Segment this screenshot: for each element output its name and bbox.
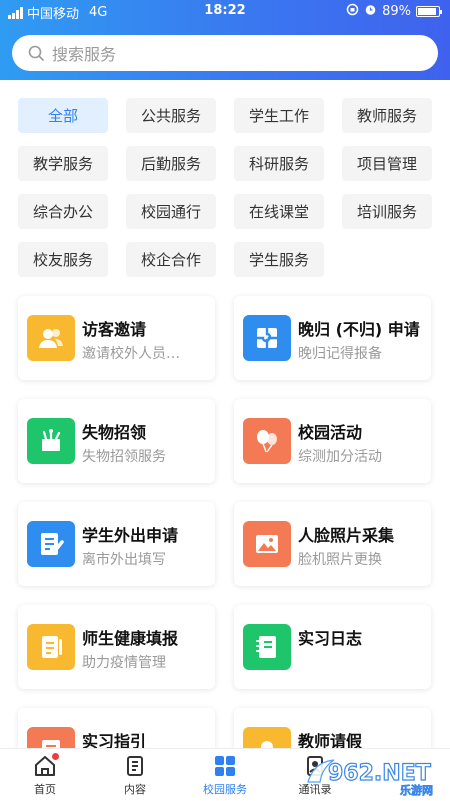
category-chip[interactable]: 在线课堂 [234, 194, 324, 229]
status-bar: 中国移动 4G 18:22 89% [0, 0, 450, 22]
rotation-lock-icon [346, 3, 359, 20]
service-card[interactable]: 学生外出申请 离市外出填写 [18, 502, 215, 586]
tab-label: 内容 [124, 783, 146, 796]
search-placeholder: 搜索服务 [52, 45, 117, 64]
category-chip[interactable]: 培训服务 [342, 194, 432, 229]
service-title: 失物招领 [82, 423, 147, 442]
notebook-icon [243, 624, 291, 670]
service-title: 学生外出申请 [82, 526, 179, 545]
service-card[interactable]: 人脸照片采集 脸机照片更换 [234, 502, 431, 586]
tab-document[interactable]: 内容 [90, 749, 180, 801]
grid-icon [214, 755, 236, 777]
category-chip[interactable]: 校园通行 [126, 194, 216, 229]
category-chip[interactable]: 公共服务 [126, 98, 216, 133]
category-chip[interactable]: 学生服务 [234, 242, 324, 277]
category-chip[interactable]: 全部 [18, 98, 108, 133]
service-title: 师生健康填报 [82, 629, 179, 648]
category-chip[interactable]: 学生工作 [234, 98, 324, 133]
user-group-icon [27, 315, 75, 361]
category-chip[interactable]: 科研服务 [234, 146, 324, 181]
watermark-text: 962.NET [328, 761, 431, 786]
search-input[interactable]: 搜索服务 [12, 35, 438, 71]
tab-label: 首页 [34, 783, 56, 796]
service-card[interactable]: 师生健康填报 助力疫情管理 [18, 605, 215, 689]
service-card[interactable]: 校园活动综测加分活动 [234, 399, 431, 483]
service-subtitle: 晚归记得报备 [298, 346, 382, 362]
balloon-icon [243, 418, 291, 464]
health-form-icon [27, 624, 75, 670]
tab-label: 校园服务 [203, 783, 247, 796]
service-subtitle: 综测加分活动 [298, 449, 382, 465]
category-chip[interactable]: 后勤服务 [126, 146, 216, 181]
category-chip[interactable]: 教师服务 [342, 98, 432, 133]
watermark-subtext: 乐游网 [400, 783, 433, 796]
category-chip[interactable]: 综合办公 [18, 194, 108, 229]
image-icon [243, 521, 291, 567]
service-card[interactable]: 失物招领失物招领服务 [18, 399, 215, 483]
category-chip[interactable]: 教学服务 [18, 146, 108, 181]
service-title: 实习日志 [298, 629, 363, 648]
puzzle-icon [243, 315, 291, 361]
document-icon [124, 755, 146, 777]
service-title: 晚归 (不归) 申请 [298, 320, 420, 339]
battery-percent: 89% [382, 4, 411, 19]
service-title: 人脸照片采集 [298, 526, 395, 545]
tab-grid[interactable]: 校园服务 [180, 749, 270, 801]
battery-icon [416, 6, 442, 17]
service-card[interactable]: 实习日志 [234, 605, 431, 689]
edit-form-icon [27, 521, 75, 567]
tab-home[interactable]: 首页 [0, 749, 90, 801]
service-card[interactable]: 晚归 (不归) 申请 晚归记得报备 [234, 296, 431, 380]
lost-found-icon [27, 418, 75, 464]
category-chip[interactable]: 校企合作 [126, 242, 216, 277]
service-title: 校园活动 [298, 423, 363, 442]
watermark-logo: 962.NET 乐游网 [307, 759, 433, 796]
search-icon [28, 45, 44, 61]
service-subtitle: 脸机照片更换 [298, 552, 382, 568]
notification-badge [52, 753, 59, 760]
service-subtitle: 失物招领服务 [82, 449, 166, 465]
alarm-icon [364, 3, 377, 20]
category-chip[interactable]: 校友服务 [18, 242, 108, 277]
category-chip[interactable]: 项目管理 [342, 146, 432, 181]
service-title: 访客邀请 [82, 320, 147, 339]
header-bar: 中国移动 4G 18:22 89% 搜索服务 [0, 0, 450, 80]
service-subtitle: 邀请校外人员… [82, 346, 180, 362]
service-card[interactable]: 访客邀请邀请校外人员… [18, 296, 215, 380]
service-subtitle: 离市外出填写 [82, 552, 166, 568]
service-subtitle: 助力疫情管理 [82, 655, 166, 671]
